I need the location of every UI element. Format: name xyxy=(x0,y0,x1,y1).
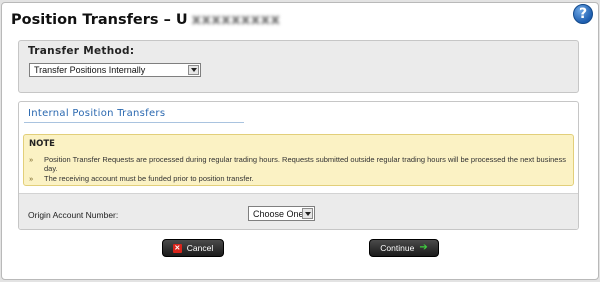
arrow-right-icon: ➔ xyxy=(419,242,428,253)
account-number-masked: xxxxxxxxx xyxy=(191,12,281,28)
section-title: Internal Position Transfers xyxy=(28,108,166,119)
transfer-method-panel: Transfer Method: Transfer Positions Inte… xyxy=(18,40,579,93)
note-item-text: Position Transfer Requests are processed… xyxy=(44,155,566,173)
note-box: NOTE » Position Transfer Requests are pro… xyxy=(23,134,574,186)
double-chevron-right-icon: » xyxy=(29,155,34,164)
origin-account-label: Origin Account Number: xyxy=(28,210,119,220)
cancel-button[interactable]: ✕ Cancel xyxy=(162,239,224,257)
origin-account-select[interactable]: Choose One xyxy=(248,206,315,221)
origin-account-value: Choose One xyxy=(253,208,304,219)
close-icon: ✕ xyxy=(172,243,182,253)
page-title: Position Transfers – Uxxxxxxxxx xyxy=(11,12,280,28)
note-item: » The receiving account must be funded pr… xyxy=(29,174,569,183)
transfer-method-select[interactable]: Transfer Positions Internally xyxy=(29,63,201,77)
note-item: » Position Transfer Requests are processe… xyxy=(29,155,569,173)
note-item-text: The receiving account must be funded pri… xyxy=(44,174,254,183)
note-list: » Position Transfer Requests are processe… xyxy=(29,155,569,184)
continue-button[interactable]: Continue ➔ xyxy=(369,239,439,257)
note-title: NOTE xyxy=(29,139,55,149)
origin-account-row: Origin Account Number: Choose One xyxy=(19,193,578,229)
section-divider xyxy=(24,122,244,123)
double-chevron-right-icon: » xyxy=(29,174,34,183)
help-icon-glyph: ? xyxy=(578,6,588,22)
cancel-button-label: Cancel xyxy=(186,243,214,253)
chevron-down-icon[interactable] xyxy=(302,208,313,219)
continue-button-label: Continue xyxy=(380,243,415,253)
transfer-method-value: Transfer Positions Internally xyxy=(34,65,146,75)
help-icon[interactable]: ? xyxy=(573,4,593,24)
page-title-text: Position Transfers – U xyxy=(11,12,188,28)
transfer-method-label: Transfer Method: xyxy=(28,45,135,57)
chevron-down-icon[interactable] xyxy=(188,65,199,75)
internal-transfers-panel: Internal Position Transfers NOTE » Positi… xyxy=(18,101,579,230)
